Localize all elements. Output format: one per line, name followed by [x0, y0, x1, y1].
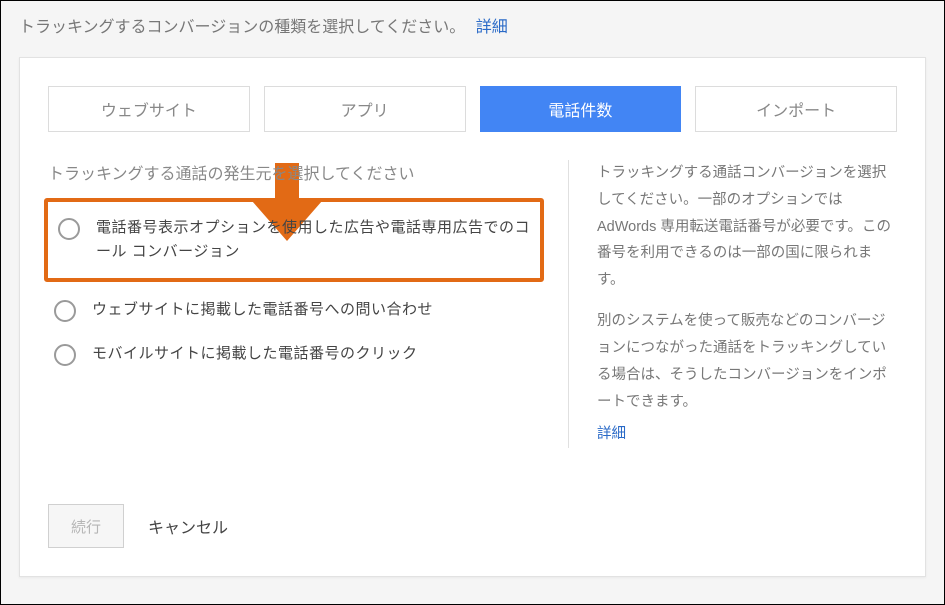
option-call-extension-ads[interactable]: 電話番号表示オプションを使用した広告や電話専用広告でのコール コンバージョン: [44, 198, 544, 282]
tab-app[interactable]: アプリ: [264, 86, 466, 132]
option-label: ウェブサイトに掲載した電話番号への問い合わせ: [92, 298, 534, 322]
help-paragraph-2: 別のシステムを使って販売などのコンバージョンにつながった通話をトラッキングしてい…: [597, 308, 897, 415]
option-website-calls[interactable]: ウェブサイトに掲載した電話番号への問い合わせ: [48, 288, 540, 332]
radio-icon: [58, 218, 80, 240]
help-paragraph-1: トラッキングする通話コンバージョンを選択してください。一部のオプションでは Ad…: [597, 160, 897, 294]
tab-calls[interactable]: 電話件数: [480, 86, 682, 132]
tab-website[interactable]: ウェブサイト: [48, 86, 250, 132]
page-header: トラッキングするコンバージョンの種類を選択してください。 詳細: [1, 1, 944, 47]
learn-more-link-sidebar[interactable]: 詳細: [597, 421, 626, 448]
radio-icon: [54, 300, 76, 322]
section-subtitle: トラッキングする通話の発生元を選択してください: [48, 160, 540, 184]
option-label: 電話番号表示オプションを使用した広告や電話専用広告でのコール コンバージョン: [96, 216, 530, 264]
tab-import[interactable]: インポート: [695, 86, 897, 132]
panel-body: トラッキングする通話の発生元を選択してください 電話番号表示オプションを使用した…: [20, 132, 925, 458]
call-source-column: トラッキングする通話の発生元を選択してください 電話番号表示オプションを使用した…: [48, 160, 568, 448]
panel-footer: 続行 キャンセル: [48, 504, 228, 548]
help-sidebar: トラッキングする通話コンバージョンを選択してください。一部のオプションでは Ad…: [568, 160, 897, 448]
window: トラッキングするコンバージョンの種類を選択してください。 詳細 ウェブサイト ア…: [0, 0, 945, 605]
tab-label: 電話件数: [548, 97, 612, 121]
button-label: キャンセル: [148, 520, 228, 537]
cancel-button[interactable]: キャンセル: [148, 514, 228, 538]
learn-more-link-header[interactable]: 詳細: [476, 19, 508, 36]
tab-label: アプリ: [341, 97, 389, 121]
page-title: トラッキングするコンバージョンの種類を選択してください。: [19, 19, 465, 36]
spacer: [597, 294, 897, 308]
tab-label: ウェブサイト: [101, 97, 197, 121]
option-mobile-clicks[interactable]: モバイルサイトに掲載した電話番号のクリック: [48, 332, 540, 376]
call-source-options: 電話番号表示オプションを使用した広告や電話専用広告でのコール コンバージョン ウ…: [48, 198, 540, 376]
tab-label: インポート: [756, 97, 836, 121]
continue-button[interactable]: 続行: [48, 504, 124, 548]
option-label: モバイルサイトに掲載した電話番号のクリック: [92, 342, 534, 366]
conversion-setup-panel: ウェブサイト アプリ 電話件数 インポート トラッキングする通話の発生元を選択し…: [19, 57, 926, 577]
button-label: 続行: [71, 516, 101, 537]
conversion-type-tabs: ウェブサイト アプリ 電話件数 インポート: [20, 58, 925, 132]
radio-icon: [54, 344, 76, 366]
